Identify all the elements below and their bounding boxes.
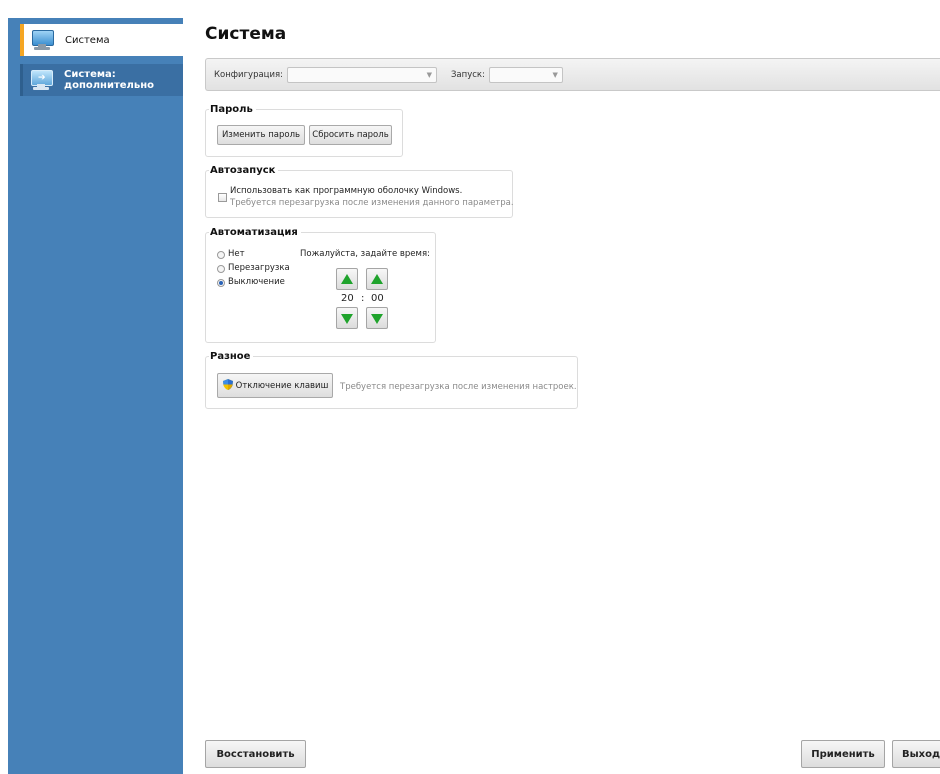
- shell-checkbox[interactable]: [218, 193, 227, 202]
- radio-none-label: Нет: [228, 249, 245, 259]
- config-select[interactable]: ▼: [286, 66, 437, 83]
- sidebar-item-system-advanced[interactable]: ➔ Система: дополнительно: [20, 64, 183, 96]
- launch-select[interactable]: ▼: [488, 66, 563, 83]
- arrow-up-icon: [341, 274, 353, 284]
- autostart-hint: Требуется перезагрузка после изменения д…: [230, 198, 514, 208]
- sidebar-item-label-line2: дополнительно: [64, 80, 154, 91]
- monitor-icon: [31, 30, 55, 50]
- sidebar-item-label: Система: дополнительно: [64, 69, 154, 91]
- chevron-down-icon: ▼: [552, 70, 558, 79]
- radio-shutdown[interactable]: [217, 279, 225, 287]
- apply-button[interactable]: Применить: [801, 740, 885, 768]
- minutes-up-button[interactable]: [366, 268, 388, 290]
- sidebar: Система ➔ Система: дополнительно: [8, 18, 183, 774]
- sidebar-item-label: Система: [65, 34, 110, 46]
- hours-down-button[interactable]: [336, 307, 358, 329]
- automation-legend: Автоматизация: [210, 227, 298, 238]
- minutes-value: 00: [371, 293, 384, 304]
- change-password-button[interactable]: Изменить пароль: [217, 125, 305, 145]
- launch-label: Запуск:: [450, 69, 485, 80]
- monitor-arrow-icon: ➔: [30, 70, 54, 90]
- sidebar-item-label-line1: Система:: [64, 69, 116, 80]
- config-label: Конфигурация:: [214, 69, 283, 80]
- misc-hint: Требуется перезагрузка после изменения н…: [340, 382, 577, 392]
- autostart-legend: Автозапуск: [210, 165, 276, 176]
- misc-legend: Разное: [210, 351, 251, 362]
- arrow-down-icon: [341, 314, 353, 324]
- minutes-down-button[interactable]: [366, 307, 388, 329]
- radio-shutdown-label: Выключение: [228, 277, 285, 287]
- arrow-down-icon: [371, 314, 383, 324]
- hours-up-button[interactable]: [336, 268, 358, 290]
- radio-reboot-label: Перезагрузка: [228, 263, 290, 273]
- page-title: Система: [205, 24, 287, 44]
- hours-value: 20: [341, 293, 354, 304]
- disable-keys-button[interactable]: Отключение клавиш: [217, 373, 333, 398]
- radio-reboot[interactable]: [217, 265, 225, 273]
- password-legend: Пароль: [210, 104, 253, 115]
- disable-keys-button-label: Отключение клавиш: [235, 380, 329, 391]
- restore-button[interactable]: Восстановить: [205, 740, 306, 768]
- radio-none[interactable]: [217, 251, 225, 259]
- shield-icon: [223, 379, 233, 390]
- reset-password-button[interactable]: Сбросить пароль: [309, 125, 392, 145]
- exit-button[interactable]: Выход: [892, 740, 940, 768]
- shell-checkbox-label: Использовать как программную оболочку Wi…: [230, 186, 463, 196]
- time-separator: :: [361, 293, 365, 304]
- time-prompt: Пожалуйста, задайте время:: [300, 249, 430, 259]
- toolbar: Конфигурация: ▼ Запуск: ▼: [205, 58, 940, 91]
- sidebar-item-system[interactable]: Система: [20, 24, 183, 56]
- arrow-up-icon: [371, 274, 383, 284]
- chevron-down-icon: ▼: [426, 70, 432, 79]
